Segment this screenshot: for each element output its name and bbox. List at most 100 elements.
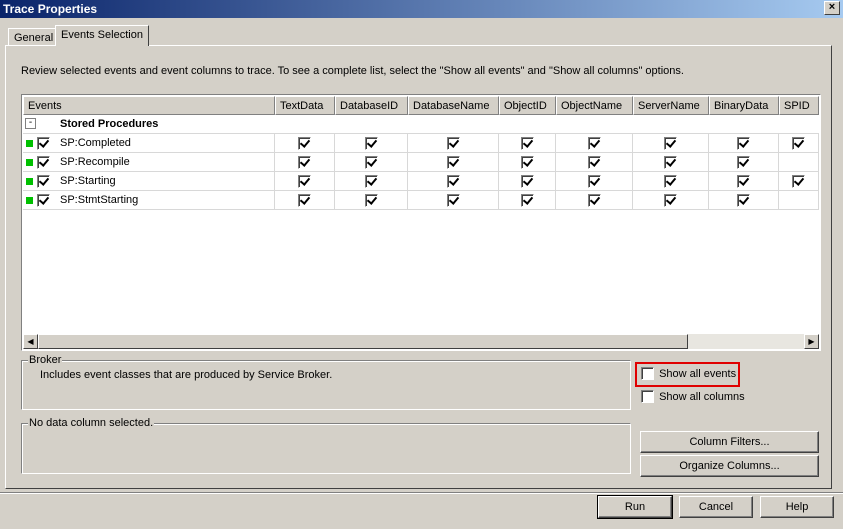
column-cell[interactable] (633, 134, 709, 153)
column-cell[interactable] (709, 134, 779, 153)
column-checkbox[interactable] (737, 175, 750, 188)
event-row[interactable]: SP:StmtStarting (23, 191, 819, 210)
column-checkbox[interactable] (588, 175, 601, 188)
column-header[interactable]: DatabaseName (408, 96, 499, 115)
event-checkbox[interactable] (37, 175, 50, 188)
column-checkbox[interactable] (792, 137, 805, 150)
column-cell[interactable] (275, 172, 335, 191)
run-button[interactable]: Run (597, 495, 673, 519)
column-header[interactable]: ServerName (633, 96, 709, 115)
column-cell[interactable] (709, 153, 779, 172)
column-filters-button[interactable]: Column Filters... (640, 431, 819, 453)
column-checkbox[interactable] (521, 175, 534, 188)
column-cell[interactable] (335, 153, 408, 172)
column-checkbox[interactable] (521, 194, 534, 207)
column-checkbox[interactable] (298, 156, 311, 169)
column-cell[interactable] (633, 172, 709, 191)
collapse-toggle[interactable]: - (25, 118, 36, 129)
event-checkbox[interactable] (37, 137, 50, 150)
column-checkbox[interactable] (664, 194, 677, 207)
scroll-thumb[interactable] (38, 334, 688, 349)
column-cell[interactable] (633, 191, 709, 210)
event-row[interactable]: SP:Starting (23, 172, 819, 191)
scroll-left-button[interactable]: ◀ (23, 334, 38, 349)
scroll-right-button[interactable]: ▶ (804, 334, 819, 349)
column-cell[interactable] (275, 153, 335, 172)
column-cell[interactable] (779, 191, 819, 210)
column-cell[interactable] (408, 172, 499, 191)
event-checkbox[interactable] (37, 156, 50, 169)
column-header[interactable]: SPID (779, 96, 819, 115)
show-all-events-checkbox[interactable] (641, 367, 654, 380)
column-checkbox[interactable] (447, 175, 460, 188)
show-all-events-option[interactable]: Show all events (641, 367, 736, 381)
category-row-stored-procedures[interactable]: - Stored Procedures (23, 115, 819, 134)
help-button[interactable]: Help (760, 496, 834, 518)
column-cell[interactable] (556, 134, 633, 153)
column-cell[interactable] (709, 172, 779, 191)
column-cell[interactable] (335, 191, 408, 210)
column-cell[interactable] (408, 134, 499, 153)
column-header[interactable]: DatabaseID (335, 96, 408, 115)
column-cell[interactable] (335, 134, 408, 153)
show-all-columns-option[interactable]: Show all columns (641, 390, 745, 404)
column-cell[interactable] (633, 153, 709, 172)
column-checkbox[interactable] (298, 137, 311, 150)
cancel-button[interactable]: Cancel (679, 496, 753, 518)
events-grid: Events TextData DatabaseID DatabaseName Obje… (21, 94, 821, 351)
close-button[interactable]: × (824, 1, 840, 15)
column-cell[interactable] (709, 191, 779, 210)
column-header[interactable]: Events (23, 96, 275, 115)
column-checkbox[interactable] (447, 137, 460, 150)
column-checkbox[interactable] (521, 156, 534, 169)
column-checkbox[interactable] (588, 194, 601, 207)
column-checkbox[interactable] (365, 137, 378, 150)
column-checkbox[interactable] (664, 156, 677, 169)
event-row[interactable]: SP:Completed (23, 134, 819, 153)
event-checkbox[interactable] (37, 194, 50, 207)
column-cell[interactable] (335, 172, 408, 191)
column-checkbox[interactable] (737, 194, 750, 207)
column-cell[interactable] (408, 153, 499, 172)
event-label: SP:Completed (60, 137, 131, 149)
column-checkbox[interactable] (365, 156, 378, 169)
column-header[interactable]: TextData (275, 96, 335, 115)
description-text: Review selected events and event columns… (21, 65, 684, 77)
column-cell[interactable] (556, 172, 633, 191)
column-header[interactable]: ObjectName (556, 96, 633, 115)
column-cell[interactable] (499, 172, 556, 191)
column-cell[interactable] (275, 191, 335, 210)
column-cell[interactable] (779, 172, 819, 191)
organize-columns-button[interactable]: Organize Columns... (640, 455, 819, 477)
column-checkbox[interactable] (298, 194, 311, 207)
column-checkbox[interactable] (447, 194, 460, 207)
column-cell[interactable] (499, 153, 556, 172)
column-checkbox[interactable] (792, 175, 805, 188)
column-header[interactable]: BinaryData (709, 96, 779, 115)
column-checkbox[interactable] (365, 194, 378, 207)
column-header[interactable]: ObjectID (499, 96, 556, 115)
column-checkbox[interactable] (737, 156, 750, 169)
column-cell[interactable] (556, 191, 633, 210)
column-checkbox[interactable] (447, 156, 460, 169)
column-checkbox[interactable] (664, 137, 677, 150)
column-cell[interactable] (499, 134, 556, 153)
column-checkbox[interactable] (737, 137, 750, 150)
column-checkbox[interactable] (588, 137, 601, 150)
column-checkbox[interactable] (365, 175, 378, 188)
column-cell[interactable] (779, 153, 819, 172)
column-checkbox[interactable] (521, 137, 534, 150)
show-all-columns-checkbox[interactable] (641, 390, 654, 403)
column-checkbox[interactable] (298, 175, 311, 188)
column-cell[interactable] (499, 191, 556, 210)
column-cell[interactable] (275, 134, 335, 153)
column-cell[interactable] (556, 153, 633, 172)
column-cell[interactable] (408, 191, 499, 210)
tab-general[interactable]: General (8, 28, 60, 46)
event-row[interactable]: SP:Recompile (23, 153, 819, 172)
tab-events-selection[interactable]: Events Selection (55, 25, 149, 46)
horizontal-scrollbar[interactable]: ◀ ▶ (23, 334, 819, 349)
column-checkbox[interactable] (664, 175, 677, 188)
column-cell[interactable] (779, 134, 819, 153)
column-checkbox[interactable] (588, 156, 601, 169)
